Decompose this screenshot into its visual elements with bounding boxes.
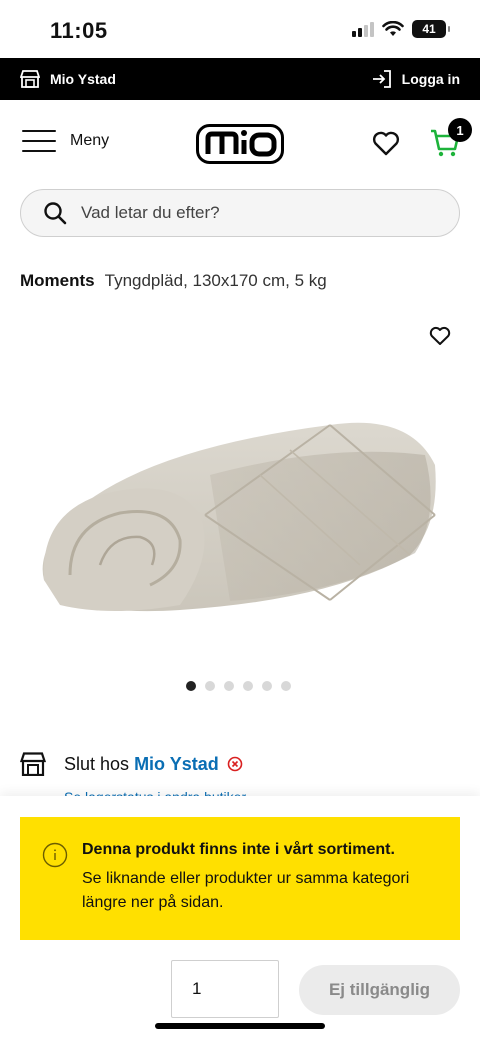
stock-prefix: Slut hos bbox=[64, 753, 130, 774]
search-bar[interactable] bbox=[20, 189, 460, 237]
status-time: 11:05 bbox=[50, 18, 108, 43]
status-bar: 11:05 41 bbox=[0, 0, 480, 58]
selected-store[interactable]: Mio Ystad bbox=[20, 70, 116, 88]
menu-label: Meny bbox=[70, 132, 110, 149]
notice-text: Se liknande eller produkter ur samma kat… bbox=[82, 870, 410, 911]
stock-store-link[interactable]: Mio Ystad bbox=[134, 754, 219, 774]
store-name: Mio Ystad bbox=[50, 71, 116, 87]
search-icon bbox=[44, 202, 67, 225]
product-name: Tyngdpläd, 130x170 cm, 5 kg bbox=[104, 271, 327, 290]
wifi-icon bbox=[382, 21, 404, 36]
carousel-dot[interactable] bbox=[281, 681, 291, 691]
home-indicator[interactable] bbox=[155, 1023, 325, 1029]
search-input[interactable] bbox=[81, 203, 421, 223]
product-wishlist-icon[interactable] bbox=[429, 326, 451, 346]
notice-title: Denna produkt finns inte i vårt sortimen… bbox=[82, 841, 395, 858]
signal-icon bbox=[352, 21, 374, 37]
carousel-dot[interactable] bbox=[205, 681, 215, 691]
site-header: Meny bbox=[0, 100, 480, 188]
add-to-cart-button-disabled[interactable]: Ej tillgänglig bbox=[299, 965, 460, 1015]
menu-button[interactable]: Meny bbox=[22, 130, 109, 152]
store-icon bbox=[20, 752, 46, 776]
cart-count-badge: 1 bbox=[448, 118, 472, 142]
stock-status: Slut hos Mio Ystad bbox=[20, 752, 243, 776]
hamburger-icon bbox=[22, 130, 56, 152]
product-brand[interactable]: Moments bbox=[20, 271, 95, 291]
not-in-assortment-notice: Denna produkt finns inte i vårt sortimen… bbox=[20, 817, 460, 940]
battery-icon: 41 bbox=[412, 20, 450, 38]
store-bar: Mio Ystad Logga in bbox=[0, 58, 480, 100]
out-of-stock-icon bbox=[227, 756, 243, 772]
login-button[interactable]: Logga in bbox=[372, 70, 460, 88]
login-label: Logga in bbox=[401, 71, 460, 87]
carousel-dot[interactable] bbox=[186, 681, 196, 691]
quantity-input[interactable]: 1 bbox=[171, 960, 279, 1018]
carousel-dot[interactable] bbox=[243, 681, 253, 691]
product-image[interactable] bbox=[30, 405, 450, 620]
wishlist-heart-icon[interactable] bbox=[372, 130, 400, 156]
info-icon bbox=[42, 842, 68, 868]
stock-text: Slut hos Mio Ystad bbox=[64, 754, 219, 775]
product-title: Moments Tyngdpläd, 130x170 cm, 5 kg bbox=[20, 271, 327, 291]
carousel-dot[interactable] bbox=[224, 681, 234, 691]
login-icon bbox=[372, 70, 391, 88]
mio-logo[interactable] bbox=[196, 124, 284, 164]
store-icon bbox=[20, 70, 40, 88]
battery-level: 41 bbox=[422, 22, 436, 36]
carousel-dot[interactable] bbox=[262, 681, 272, 691]
status-icons: 41 bbox=[352, 20, 450, 38]
image-carousel-dots bbox=[186, 681, 291, 691]
